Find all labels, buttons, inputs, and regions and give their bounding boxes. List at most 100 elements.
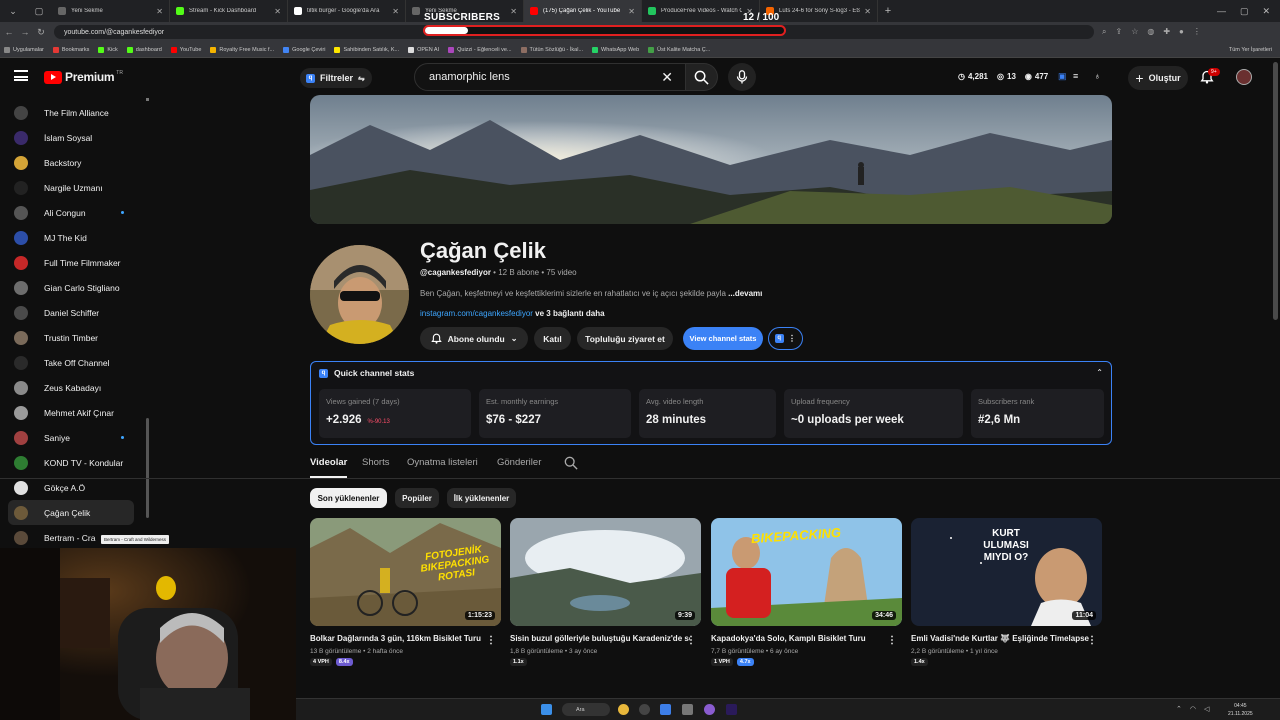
tab-close-icon[interactable]: ✕ <box>392 7 399 16</box>
video-title[interactable]: Emli Vadisi'nde Kurtlar 🐺 Eşliğinde Time… <box>911 634 1091 643</box>
windows-start-icon[interactable] <box>541 704 552 715</box>
back-icon[interactable]: ← <box>2 27 16 37</box>
channel-tab[interactable]: Shorts <box>362 457 389 468</box>
hamburger-menu-icon[interactable] <box>14 70 28 81</box>
bookmark-item[interactable]: Google Çeviri <box>283 46 325 53</box>
search-input[interactable]: anamorphic lens ✕ <box>414 63 686 91</box>
bookmark-item[interactable]: OPEN AI <box>408 46 439 53</box>
channel-tab[interactable]: Videolar <box>310 457 347 468</box>
browser-tab[interactable]: (175) Çağan Çelik - YouTube ✕ <box>524 0 642 22</box>
sidebar-channel-item[interactable]: Gian Carlo Stigliano <box>0 275 150 300</box>
video-title[interactable]: Kapadokya'da Solo, Kamplı Bisiklet Turu <box>711 634 891 643</box>
clear-search-icon[interactable]: ✕ <box>661 69 673 86</box>
channel-links[interactable]: instagram.com/cagankesfediyor ve 3 bağla… <box>420 309 605 318</box>
sidebar-channel-item[interactable]: The Film Alliance <box>0 100 150 125</box>
channel-tab[interactable]: Gönderiler <box>497 457 541 468</box>
sidebar-channel-item[interactable]: Çağan Çelik <box>8 500 134 525</box>
instagram-link[interactable]: instagram.com/cagankesfediyor <box>420 309 533 318</box>
profile-icon[interactable]: ● <box>1179 27 1184 37</box>
tab-group-icon[interactable]: ▢ <box>26 6 52 17</box>
video-thumbnail[interactable]: BIKEPACKING 34:46 <box>711 518 902 626</box>
sidebar-channel-item[interactable]: Take Off Channel <box>0 350 150 375</box>
obs-icon[interactable] <box>639 704 650 715</box>
bookmark-item[interactable]: YouTube <box>170 46 201 53</box>
tab-close-icon[interactable]: ✕ <box>156 7 163 16</box>
tab-search-icon[interactable]: ⌄ <box>0 6 26 17</box>
new-tab-button[interactable]: + <box>878 5 898 17</box>
bookmark-item[interactable]: Quizzi - Eğlenceli ve... <box>448 46 512 53</box>
video-more-icon[interactable]: ⋮ <box>1087 635 1097 646</box>
list-icon[interactable]: ≡ <box>1073 71 1078 81</box>
sidebar-channel-item[interactable]: Trustin Timber <box>0 325 150 350</box>
video-more-icon[interactable]: ⋮ <box>686 635 696 646</box>
tab-close-icon[interactable]: ✕ <box>274 7 281 16</box>
zoom-icon[interactable]: ⌕ <box>1102 27 1106 37</box>
video-thumbnail[interactable]: FOTOJENİK BIKEPACKING ROTASI 1:15:23 <box>310 518 501 626</box>
app-icon[interactable] <box>660 704 671 715</box>
page-scrollbar[interactable] <box>1273 62 1278 320</box>
video-thumbnail[interactable]: 9:39 <box>510 518 701 626</box>
bookmark-item[interactable]: Royalty Free Music f... <box>210 46 274 53</box>
wifi-icon[interactable]: ◠ <box>1190 705 1196 713</box>
video-card[interactable]: BIKEPACKING 34:46 Kapadokya'da Solo, Kampl… <box>711 518 902 666</box>
tab-close-icon[interactable]: ✕ <box>510 7 517 16</box>
extension-icon[interactable]: ◍ <box>1147 27 1154 37</box>
more-links[interactable]: ve 3 bağlantı daha <box>533 309 604 318</box>
extension-menu-button[interactable]: q ⋮ <box>768 327 803 350</box>
explorer-icon[interactable] <box>682 704 693 715</box>
bookmark-item[interactable]: Kick <box>98 46 118 53</box>
tab-close-icon[interactable]: ✕ <box>864 7 871 16</box>
channel-search-icon[interactable] <box>564 456 578 473</box>
voice-search-button[interactable] <box>728 63 756 91</box>
sidebar-channel-item[interactable]: Mehmet Akif Çınar <box>0 400 150 425</box>
tray-up-icon[interactable]: ⌃ <box>1176 705 1182 713</box>
vidiq-icon[interactable]: ▣ <box>1058 71 1067 82</box>
account-avatar[interactable] <box>1236 69 1252 85</box>
sort-chip[interactable]: Popüler <box>395 488 439 508</box>
create-button[interactable]: + Oluştur <box>1128 66 1188 90</box>
reload-icon[interactable]: ↻ <box>34 27 48 38</box>
video-card[interactable]: FOTOJENİK BIKEPACKING ROTASI 1:15:23 Bolka… <box>310 518 501 666</box>
discord-icon[interactable] <box>704 704 715 715</box>
all-bookmarks[interactable]: Tüm Yer İşaretleri <box>1229 47 1280 53</box>
sidebar-channel-item[interactable]: İslam Soysal <box>0 125 150 150</box>
sidebar-channel-item[interactable]: Saniye <box>0 425 150 450</box>
forward-icon[interactable]: → <box>18 27 32 37</box>
join-button[interactable]: Katıl <box>534 327 571 350</box>
close-window-icon[interactable]: ✕ <box>1262 6 1270 17</box>
sidebar-channel-item[interactable]: Backstory <box>0 150 150 175</box>
bookmark-item[interactable]: Uygulamalar <box>4 46 44 53</box>
visit-community-button[interactable]: Topluluğu ziyaret et <box>577 327 673 350</box>
youtube-premium-logo[interactable]: Premium TR <box>44 70 123 84</box>
maximize-icon[interactable]: ▢ <box>1240 6 1249 17</box>
view-channel-stats-button[interactable]: View channel stats <box>683 327 763 350</box>
minimize-icon[interactable]: — <box>1217 6 1226 17</box>
sort-chip[interactable]: İlk yüklenenler <box>447 488 516 508</box>
taskbar-clock[interactable]: 04:45 21.11.2025 <box>1228 702 1253 718</box>
chrome-icon[interactable] <box>618 704 629 715</box>
subscribed-button[interactable]: Abone olundu ⌄ <box>420 327 528 350</box>
collapse-chevron-icon[interactable]: ⌃ <box>1096 368 1103 377</box>
sidebar-channel-item[interactable]: Full Time Filmmaker <box>0 250 150 275</box>
video-more-icon[interactable]: ⋮ <box>486 635 496 646</box>
filters-button[interactable]: q Filtreler ⇋ <box>300 68 372 88</box>
sidebar-channel-item[interactable]: KOND TV - Kondular <box>0 450 150 475</box>
bookmark-item[interactable]: dashboard <box>126 46 162 53</box>
video-card[interactable]: 9:39 Sisin buzul gölleriyle buluştuğu Kar… <box>510 518 701 666</box>
video-title[interactable]: Sisin buzul gölleriyle buluştuğu Karaden… <box>510 634 690 643</box>
video-card[interactable]: KURT ULUMASI MIYDI O? 11:04 Emli Vadisi'nd… <box>911 518 1102 666</box>
sidebar-channel-item[interactable]: Zeus Kabadayı <box>0 375 150 400</box>
description-more-link[interactable]: ...devamı <box>728 289 762 298</box>
channel-description[interactable]: Ben Çağan, keşfetmeyi ve keşfettiklerimi… <box>420 289 762 298</box>
video-thumbnail[interactable]: KURT ULUMASI MIYDI O? 11:04 <box>911 518 1102 626</box>
browser-tab[interactable]: Stream - Kick Dashboard ✕ <box>170 0 288 22</box>
sort-chip[interactable]: Son yüklenenler <box>310 488 387 508</box>
volume-icon[interactable]: ◁ <box>1204 705 1209 713</box>
bookmark-item[interactable]: Sahibinden Satılık, K... <box>334 46 399 53</box>
video-title[interactable]: Bolkar Dağlarında 3 gün, 116km Bisiklet … <box>310 634 490 643</box>
browser-tab[interactable]: Yeni Sekme ✕ <box>52 0 170 22</box>
star-icon[interactable]: ☆ <box>1131 27 1138 37</box>
bookmark-item[interactable]: Üst Kalite Matcha Ç... <box>648 46 710 53</box>
browser-menu-icon[interactable]: ⋮ <box>1193 27 1201 37</box>
browser-tab[interactable]: tiltik burger - Google'da Ara ✕ <box>288 0 406 22</box>
